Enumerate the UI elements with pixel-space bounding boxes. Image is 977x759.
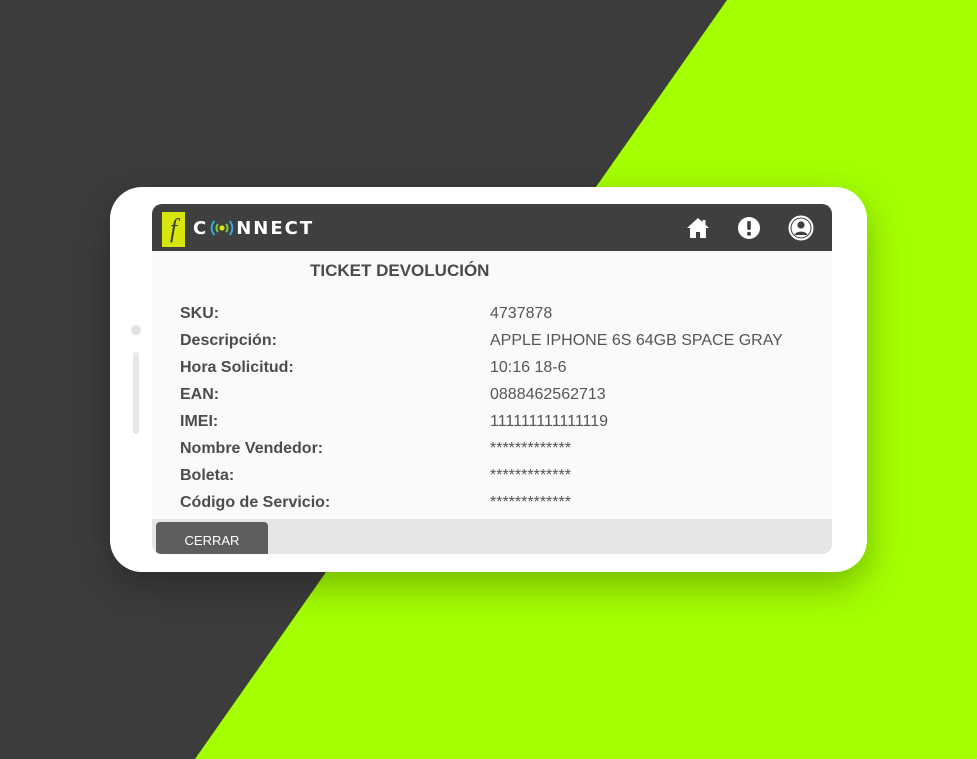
- detail-value: *************: [490, 493, 571, 511]
- detail-value: 0888462562713: [490, 385, 606, 403]
- detail-value: 111111111111119: [490, 412, 609, 430]
- detail-value: 4737878: [490, 304, 553, 322]
- ticket-title: TICKET DEVOLUCIÓN: [310, 261, 490, 280]
- detail-row-ean: EAN: 0888462562713: [180, 381, 820, 408]
- detail-row-imei: IMEI: 111111111111119: [180, 408, 820, 435]
- detail-label: Código de Servicio:: [180, 493, 331, 511]
- detail-row-request-time: Hora Solicitud: 10:16 18-6: [180, 354, 820, 381]
- detail-label: Hora Solicitud:: [180, 358, 294, 376]
- detail-row-seller-name: Nombre Vendedor: *************: [180, 435, 820, 462]
- home-icon[interactable]: [686, 217, 710, 239]
- detail-row-sku: SKU: 4737878: [180, 300, 820, 327]
- detail-row-service-code: Código de Servicio: *************: [180, 489, 820, 516]
- alert-icon[interactable]: [737, 216, 761, 240]
- wireless-signal-icon: [209, 218, 235, 238]
- detail-row-description: Descripción: APPLE IPHONE 6S 64GB SPACE …: [180, 327, 820, 354]
- detail-value: *************: [490, 466, 571, 484]
- phone-speaker: [133, 352, 139, 434]
- detail-label: Descripción:: [180, 331, 277, 349]
- close-button[interactable]: CERRAR: [156, 522, 268, 554]
- detail-label: IMEI:: [180, 412, 219, 430]
- detail-value: *************: [490, 439, 571, 457]
- detail-label: SKU:: [180, 304, 220, 322]
- detail-value: APPLE IPHONE 6S 64GB SPACE GRAY: [490, 331, 783, 349]
- phone-camera: [131, 325, 141, 335]
- app-logo-text: C NNECT: [193, 217, 315, 239]
- top-bar: f C NNECT: [152, 204, 832, 251]
- detail-value: 10:16 18-6: [490, 358, 567, 376]
- detail-label: EAN:: [180, 385, 220, 403]
- user-icon[interactable]: [788, 215, 814, 241]
- detail-label: Nombre Vendedor:: [180, 439, 324, 457]
- detail-label: Boleta:: [180, 466, 235, 484]
- ticket-details: SKU: 4737878 Descripción: APPLE IPHONE 6…: [180, 300, 820, 516]
- app-screen: f C NNECT TICKET DEVOLUCIÓN SKU: 4737878…: [152, 204, 832, 554]
- logo-icon: f: [162, 212, 185, 247]
- detail-row-receipt: Boleta: *************: [180, 462, 820, 489]
